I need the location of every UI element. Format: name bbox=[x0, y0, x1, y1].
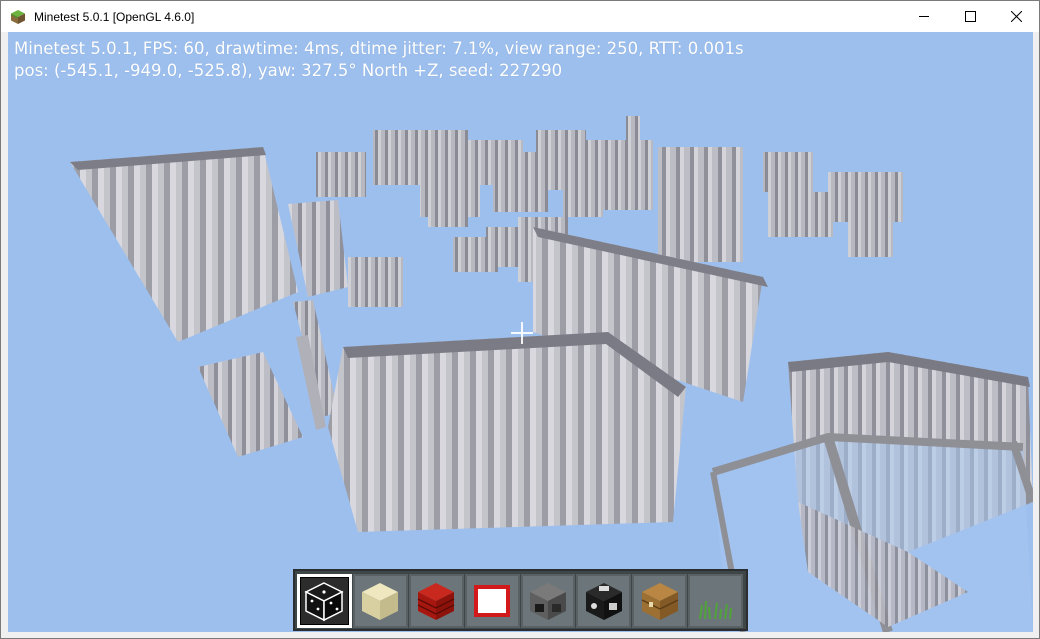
game-viewport[interactable]: Minetest 5.0.1, FPS: 60, drawtime: 4ms, … bbox=[8, 32, 1033, 632]
hotbar-slot-5[interactable] bbox=[520, 574, 576, 628]
maximize-icon bbox=[964, 11, 976, 22]
hotbar-slot-6[interactable] bbox=[576, 574, 632, 628]
debug-hud: Minetest 5.0.1, FPS: 60, drawtime: 4ms, … bbox=[14, 38, 744, 82]
maximize-button[interactable] bbox=[947, 1, 993, 32]
window-frame-bottom bbox=[1, 632, 1039, 638]
hotbar-slot-3[interactable] bbox=[408, 574, 464, 628]
window-title: Minetest 5.0.1 [OpenGL 4.6.0] bbox=[34, 9, 195, 24]
crosshair-icon bbox=[511, 322, 533, 344]
minetest-logo-icon bbox=[11, 9, 25, 24]
close-icon bbox=[1010, 11, 1022, 22]
window-frame-left bbox=[1, 32, 8, 632]
grass-icon bbox=[698, 600, 732, 620]
hotbar-slot-1[interactable] bbox=[297, 574, 352, 628]
tower-left bbox=[288, 200, 348, 297]
title-bar[interactable]: Minetest 5.0.1 [OpenGL 4.6.0] bbox=[1, 1, 1039, 32]
tnt-block-icon bbox=[417, 583, 455, 620]
close-button[interactable] bbox=[993, 1, 1039, 32]
hotbar-slot-8[interactable] bbox=[688, 574, 743, 628]
dice-block-icon bbox=[304, 582, 345, 622]
chest-icon bbox=[641, 583, 679, 620]
app-window: Minetest 5.0.1 [OpenGL 4.6.0] Minetest 5… bbox=[0, 0, 1040, 639]
hotbar-slot-7[interactable] bbox=[632, 574, 688, 628]
window-controls bbox=[901, 1, 1039, 32]
minimize-button[interactable] bbox=[901, 1, 947, 32]
furnace-icon bbox=[529, 583, 566, 620]
jukebox-icon bbox=[585, 583, 622, 620]
hotbar-slot-4[interactable] bbox=[464, 574, 520, 628]
hotbar-slot-2[interactable] bbox=[352, 574, 408, 628]
glass-frame bbox=[710, 432, 1033, 632]
white-frame-block-icon bbox=[474, 585, 511, 617]
minimize-icon bbox=[918, 16, 929, 17]
hud-line-position: pos: (-545.1, -949.0, -525.8), yaw: 327.… bbox=[14, 61, 563, 80]
wall-lower-left bbox=[198, 352, 303, 457]
hotbar bbox=[293, 569, 748, 631]
window-frame-right bbox=[1033, 32, 1039, 632]
sandstone-block-icon bbox=[362, 583, 399, 620]
slanted-wall-left bbox=[70, 147, 298, 342]
hud-line-version: Minetest 5.0.1, FPS: 60, drawtime: 4ms, … bbox=[14, 39, 744, 58]
